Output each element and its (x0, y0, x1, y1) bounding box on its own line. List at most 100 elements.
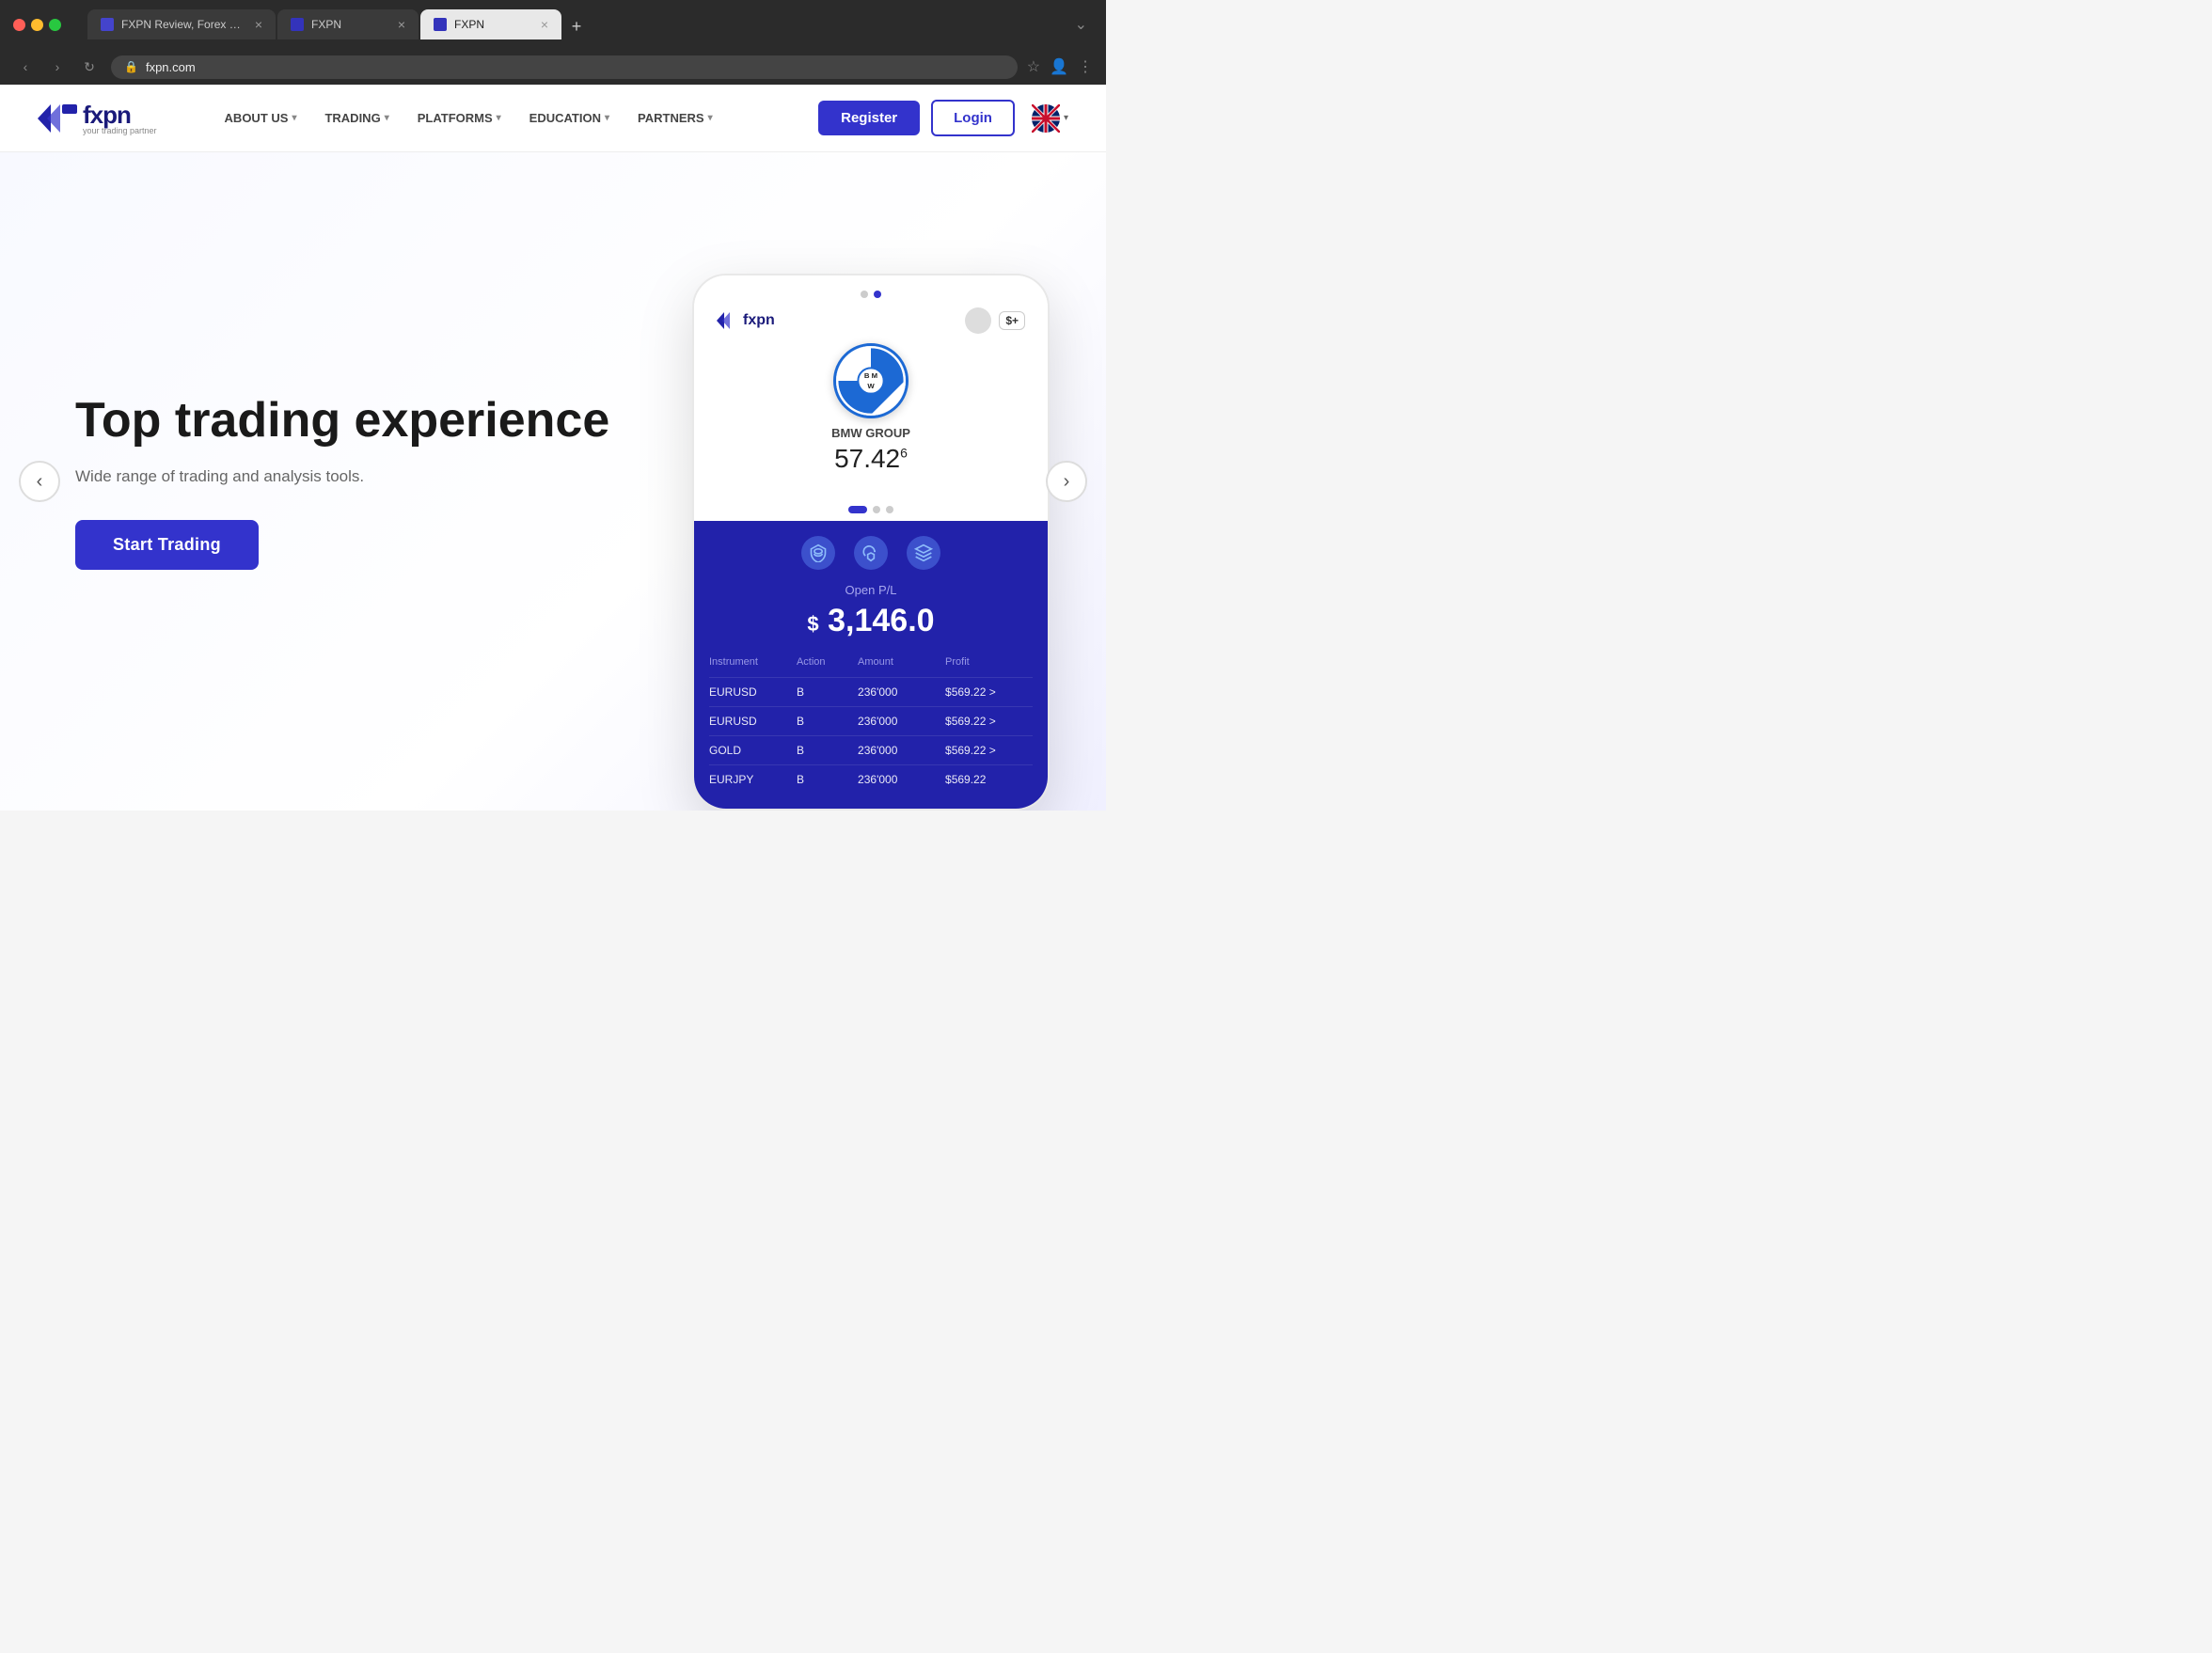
maximize-button[interactable] (49, 19, 61, 31)
trading-chevron: ▾ (385, 113, 389, 123)
titlebar: FXPN Review, Forex Broker&... × FXPN × F… (0, 0, 1106, 49)
trade-2-instrument: EURUSD (709, 715, 797, 728)
menu-icon[interactable]: ⋮ (1078, 57, 1093, 76)
close-button[interactable] (13, 19, 25, 31)
open-pl-label: Open P/L (709, 583, 1033, 597)
back-button[interactable]: ‹ (13, 55, 38, 79)
minimize-button[interactable] (31, 19, 43, 31)
tab-title-1: FXPN Review, Forex Broker&... (121, 18, 244, 31)
trade-2-action: B (797, 715, 858, 728)
trading-panel: Open P/L $ 3,146.0 Instrument Action Amo… (694, 521, 1048, 809)
hero-left: Top trading experience Wide range of tra… (0, 318, 692, 646)
logo-icon (38, 101, 77, 136)
phone-logo-icon (717, 310, 739, 331)
carousel-next-button[interactable]: › (1046, 461, 1087, 502)
language-selector[interactable]: ▾ (1032, 104, 1068, 133)
panel-icon-2 (854, 536, 888, 570)
notch-dot-1 (861, 291, 868, 298)
indicator-3 (886, 506, 893, 513)
phone-logo-text: fxpn (743, 312, 775, 329)
login-button[interactable]: Login (931, 100, 1015, 136)
site-header: fxpn your trading partner ABOUT US ▾ TRA… (0, 85, 1106, 152)
col-instrument: Instrument (709, 656, 797, 668)
nav-partners[interactable]: PARTNERS ▾ (626, 103, 724, 133)
tab-list-icon[interactable]: ⌄ (1075, 15, 1087, 34)
trade-1-amount: 236'000 (858, 685, 945, 699)
tab-favicon-3 (434, 18, 447, 31)
trade-4-amount: 236'000 (858, 773, 945, 786)
carousel-prev-button[interactable]: ‹ (19, 461, 60, 502)
url-bar[interactable]: 🔒 fxpn.com (111, 55, 1018, 79)
trade-3-action: B (797, 744, 858, 757)
partners-chevron: ▾ (708, 113, 713, 123)
trade-2-amount: 236'000 (858, 715, 945, 728)
logo-area[interactable]: fxpn your trading partner (38, 101, 157, 136)
phone-logo: fxpn (717, 310, 775, 331)
tab-favicon-1 (101, 18, 114, 31)
indicator-2 (873, 506, 880, 513)
tab-close-2[interactable]: × (398, 17, 405, 32)
bmw-card: B M W BMW GROUP 57.426 (713, 334, 1029, 489)
trade-row-4: EURJPY B 236'000 $569.22 (709, 764, 1033, 794)
traffic-lights (13, 19, 61, 31)
user-icon[interactable]: 👤 (1050, 57, 1068, 76)
education-chevron: ▾ (605, 113, 609, 123)
bmw-price-sup: 6 (900, 446, 908, 461)
lock-icon: 🔒 (124, 60, 138, 73)
trade-4-instrument: EURJPY (709, 773, 797, 786)
trade-row-3: GOLD B 236'000 $569.22 > (709, 735, 1033, 764)
phone-header-icons: $+ (965, 307, 1025, 334)
hero-right: fxpn $+ (692, 274, 1050, 811)
trade-1-action: B (797, 685, 858, 699)
prev-arrow-icon: ‹ (37, 471, 43, 493)
register-button[interactable]: Register (818, 101, 920, 135)
nav-platforms[interactable]: PLATFORMS ▾ (406, 103, 513, 133)
start-trading-button[interactable]: Start Trading (75, 520, 259, 570)
hero-title: Top trading experience (75, 393, 655, 449)
tab-3[interactable]: FXPN × (420, 9, 561, 39)
hero-section: ‹ Top trading experience Wide range of t… (0, 152, 1106, 811)
tabs-bar: FXPN Review, Forex Broker&... × FXPN × F… (78, 9, 1038, 39)
tab-2[interactable]: FXPN × (277, 9, 419, 39)
reload-button[interactable]: ↻ (77, 55, 102, 79)
bookmark-icon[interactable]: ☆ (1027, 57, 1040, 76)
new-tab-button[interactable]: + (563, 13, 590, 39)
cloud-shield-icon (861, 543, 880, 562)
open-pl-value: $ 3,146.0 (709, 603, 1033, 639)
dollar-add-icon: $+ (999, 311, 1025, 330)
panel-icons (709, 536, 1033, 570)
phone-header: fxpn $+ (713, 307, 1029, 334)
tab-close-3[interactable]: × (541, 17, 548, 32)
hero-subtitle: Wide range of trading and analysis tools… (75, 467, 655, 486)
panel-icon-3 (907, 536, 940, 570)
trade-1-instrument: EURUSD (709, 685, 797, 699)
tab-1[interactable]: FXPN Review, Forex Broker&... × (87, 9, 276, 39)
trades-header: Instrument Action Amount Profit (709, 653, 1033, 671)
nav-education[interactable]: EDUCATION ▾ (518, 103, 621, 133)
tab-title-2: FXPN (311, 18, 387, 31)
phone-top: fxpn $+ (694, 276, 1048, 498)
browser-chrome: FXPN Review, Forex Broker&... × FXPN × F… (0, 0, 1106, 85)
website-content: 🔄 WikiFX 🔄 WikiFX 🔄 WikiFX 🔄 WikiFX 🔄 Wi… (0, 85, 1106, 811)
pl-amount: 3,146.0 (828, 603, 934, 638)
logo-img: fxpn your trading partner (38, 101, 157, 136)
nav-about-us[interactable]: ABOUT US ▾ (213, 103, 308, 133)
trades-table: Instrument Action Amount Profit EURUSD B… (709, 653, 1033, 794)
tab-close-1[interactable]: × (255, 17, 262, 32)
phone-indicators (694, 506, 1048, 513)
col-profit: Profit (945, 656, 1033, 668)
phone-icon-circle (965, 307, 991, 334)
forward-button[interactable]: › (45, 55, 70, 79)
trade-4-action: B (797, 773, 858, 786)
browser-actions: ☆ 👤 ⋮ (1027, 57, 1093, 76)
nav-trading[interactable]: TRADING ▾ (313, 103, 400, 133)
indicator-1 (848, 506, 867, 513)
bmw-name: BMW GROUP (831, 426, 910, 440)
tab-favicon-2 (291, 18, 304, 31)
header-actions: Register Login ▾ (818, 100, 1068, 136)
svg-text:B M: B M (864, 371, 877, 380)
phone-notch (861, 291, 881, 298)
pl-currency: $ (807, 612, 818, 636)
url-text: fxpn.com (146, 60, 196, 74)
nav-menu: ABOUT US ▾ TRADING ▾ PLATFORMS ▾ EDUCATI… (213, 103, 724, 133)
